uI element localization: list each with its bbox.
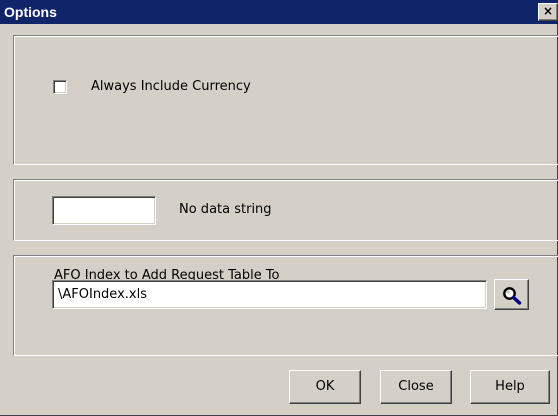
close-window-button[interactable]: × [538, 3, 558, 21]
browse-button[interactable] [494, 279, 529, 310]
no-data-string-label: No data string [179, 202, 272, 217]
close-icon: × [542, 4, 554, 18]
always-include-currency-label[interactable]: Always Include Currency [91, 79, 251, 95]
no-data-string-input[interactable] [52, 196, 156, 225]
options-dialog: Options × Always Include Currency No dat… [0, 0, 558, 416]
afo-index-path-input[interactable]: \AFOIndex.xls [52, 280, 487, 309]
ok-button[interactable]: OK [289, 370, 361, 404]
help-button[interactable]: Help [470, 370, 550, 404]
close-button[interactable]: Close [380, 370, 452, 404]
title-bar[interactable]: Options × [0, 0, 558, 24]
magnifier-icon [503, 287, 522, 305]
dialog-title: Options [4, 4, 57, 20]
always-include-currency-checkbox[interactable] [53, 80, 67, 94]
currency-group [13, 35, 558, 165]
